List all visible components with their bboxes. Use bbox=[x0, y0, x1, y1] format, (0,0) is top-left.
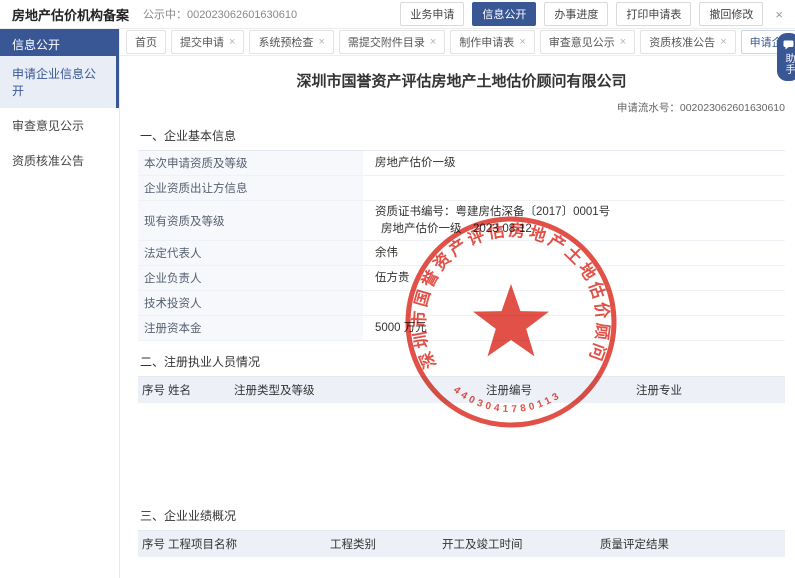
column-header: 姓名 bbox=[168, 382, 234, 398]
publicity-status: 公示中：002023062601630610 bbox=[143, 6, 297, 22]
field-label: 注册资本金 bbox=[138, 316, 363, 340]
tab[interactable]: 审查意见公示 × bbox=[540, 30, 635, 54]
field-value: 房地产估价一级 bbox=[363, 151, 785, 175]
topbar-button[interactable]: 业务申请 bbox=[400, 2, 464, 26]
column-header: 工程项目名称 bbox=[168, 536, 330, 552]
app-title: 房地产估价机构备案 bbox=[12, 5, 129, 24]
tab-close-icon[interactable]: × bbox=[430, 36, 436, 48]
tab-label: 系统预检查 bbox=[258, 34, 313, 50]
empty-state: 暂无数据 bbox=[138, 557, 785, 578]
sidebar-item[interactable]: 审查意见公示 bbox=[0, 108, 119, 143]
section-heading-basic-info: 一、企业基本信息 bbox=[138, 120, 785, 151]
topbar-button-group: 业务申请信息公开办事进度打印申请表撤回修改 bbox=[392, 2, 763, 26]
field-label: 企业负责人 bbox=[138, 266, 363, 290]
tab-label: 需提交附件目录 bbox=[348, 34, 425, 50]
basic-info-table: 本次申请资质及等级 房地产估价一级 企业资质出让方信息 现有资质及等级 资质证书… bbox=[138, 151, 785, 341]
table-row: 本次申请资质及等级 房地产估价一级 bbox=[138, 151, 785, 176]
tab[interactable]: 制作申请表 × bbox=[450, 30, 534, 54]
field-value: 资质证书编号：粤建房估深备〔2017〕0001号房地产估价一级 2023-08-… bbox=[363, 201, 785, 240]
table-row: 企业负责人 伍方贵 bbox=[138, 266, 785, 291]
column-header: 序号 bbox=[142, 536, 168, 552]
field-label: 技术投资人 bbox=[138, 291, 363, 315]
topbar-button[interactable]: 打印申请表 bbox=[616, 2, 691, 26]
field-value bbox=[363, 291, 785, 315]
column-header: 工程类别 bbox=[330, 536, 442, 552]
tab-label: 提交申请 bbox=[180, 34, 224, 50]
column-header: 注册类型及等级 bbox=[234, 382, 486, 398]
sidebar: 信息公开 申请企业信息公开审查意见公示资质核准公告 bbox=[0, 29, 120, 578]
topbar-button[interactable]: 办事进度 bbox=[544, 2, 608, 26]
field-label: 企业资质出让方信息 bbox=[138, 176, 363, 200]
tab-label: 审查意见公示 bbox=[549, 34, 615, 50]
column-header: 序号 bbox=[142, 382, 168, 398]
tab-close-icon[interactable]: × bbox=[318, 36, 324, 48]
sidebar-item[interactable]: 申请企业信息公开 bbox=[0, 56, 119, 108]
field-label: 本次申请资质及等级 bbox=[138, 151, 363, 175]
close-icon[interactable]: × bbox=[775, 7, 783, 22]
table-row: 现有资质及等级 资质证书编号：粤建房估深备〔2017〕0001号房地产估价一级 … bbox=[138, 201, 785, 241]
field-value bbox=[363, 176, 785, 200]
tab-label: 首页 bbox=[135, 34, 157, 50]
tab-bar: 首页提交申请×系统预检查×需提交附件目录×制作申请表×审查意见公示×资质核准公告… bbox=[120, 29, 795, 56]
field-label: 法定代表人 bbox=[138, 241, 363, 265]
topbar-button[interactable]: 撤回修改 bbox=[699, 2, 763, 26]
table-row: 注册资本金 5000 万元 bbox=[138, 316, 785, 341]
assistant-button[interactable]: 助手 bbox=[777, 33, 795, 81]
field-label: 现有资质及等级 bbox=[138, 201, 363, 240]
staff-table-header: 序号姓名注册类型及等级注册编号注册专业 bbox=[138, 377, 785, 403]
section-heading-registered-staff: 二、注册执业人员情况 bbox=[138, 346, 785, 377]
assistant-label: 助手 bbox=[781, 53, 795, 75]
field-value: 伍方贵 bbox=[363, 266, 785, 290]
sidebar-item-list: 申请企业信息公开审查意见公示资质核准公告 bbox=[0, 56, 119, 178]
tab-close-icon[interactable]: × bbox=[720, 36, 726, 48]
tab-label: 资质核准公告 bbox=[649, 34, 715, 50]
publicity-number: 002023062601630610 bbox=[187, 9, 297, 21]
column-header: 注册编号 bbox=[486, 382, 636, 398]
staff-table-empty-body bbox=[138, 403, 785, 495]
topbar-button[interactable]: 信息公开 bbox=[472, 2, 536, 26]
tab-close-icon[interactable]: × bbox=[620, 36, 626, 48]
sidebar-item[interactable]: 资质核准公告 bbox=[0, 143, 119, 178]
sidebar-header: 信息公开 bbox=[0, 29, 119, 56]
tab-close-icon[interactable]: × bbox=[229, 36, 235, 48]
column-header: 注册专业 bbox=[636, 382, 785, 398]
app-window: 房地产估价机构备案 公示中：002023062601630610 业务申请信息公… bbox=[0, 0, 795, 578]
serial-number: 申请流水号：002023062601630610 bbox=[138, 100, 785, 115]
section-heading-performance: 三、企业业绩概况 bbox=[138, 500, 785, 531]
tab[interactable]: 系统预检查 × bbox=[249, 30, 333, 54]
page-body: 深圳市国誉资产评估房地产土地估价顾问有限公司 申请流水号：00202306260… bbox=[120, 70, 795, 578]
table-row: 法定代表人 余伟 bbox=[138, 241, 785, 266]
table-row: 技术投资人 bbox=[138, 291, 785, 316]
tab[interactable]: 需提交附件目录 × bbox=[339, 30, 445, 54]
tab[interactable]: 提交申请 × bbox=[171, 30, 244, 54]
table-row: 企业资质出让方信息 bbox=[138, 176, 785, 201]
tab[interactable]: 资质核准公告 × bbox=[640, 30, 735, 54]
performance-table-header: 序号工程项目名称工程类别开工及竣工时间质量评定结果 bbox=[138, 531, 785, 557]
column-header: 质量评定结果 bbox=[600, 536, 785, 552]
main-layout: 信息公开 申请企业信息公开审查意见公示资质核准公告 首页提交申请×系统预检查×需… bbox=[0, 29, 795, 578]
content-area: 首页提交申请×系统预检查×需提交附件目录×制作申请表×审查意见公示×资质核准公告… bbox=[120, 29, 795, 578]
column-header: 开工及竣工时间 bbox=[442, 536, 600, 552]
tab-label: 制作申请表 bbox=[459, 34, 514, 50]
tab[interactable]: 首页 bbox=[126, 30, 166, 54]
field-value: 余伟 bbox=[363, 241, 785, 265]
chat-bubble-icon bbox=[783, 40, 794, 50]
field-value: 5000 万元 bbox=[363, 316, 785, 340]
page-title: 深圳市国誉资产评估房地产土地估价顾问有限公司 bbox=[138, 70, 785, 91]
top-bar: 房地产估价机构备案 公示中：002023062601630610 业务申请信息公… bbox=[0, 0, 795, 29]
tab-close-icon[interactable]: × bbox=[519, 36, 525, 48]
